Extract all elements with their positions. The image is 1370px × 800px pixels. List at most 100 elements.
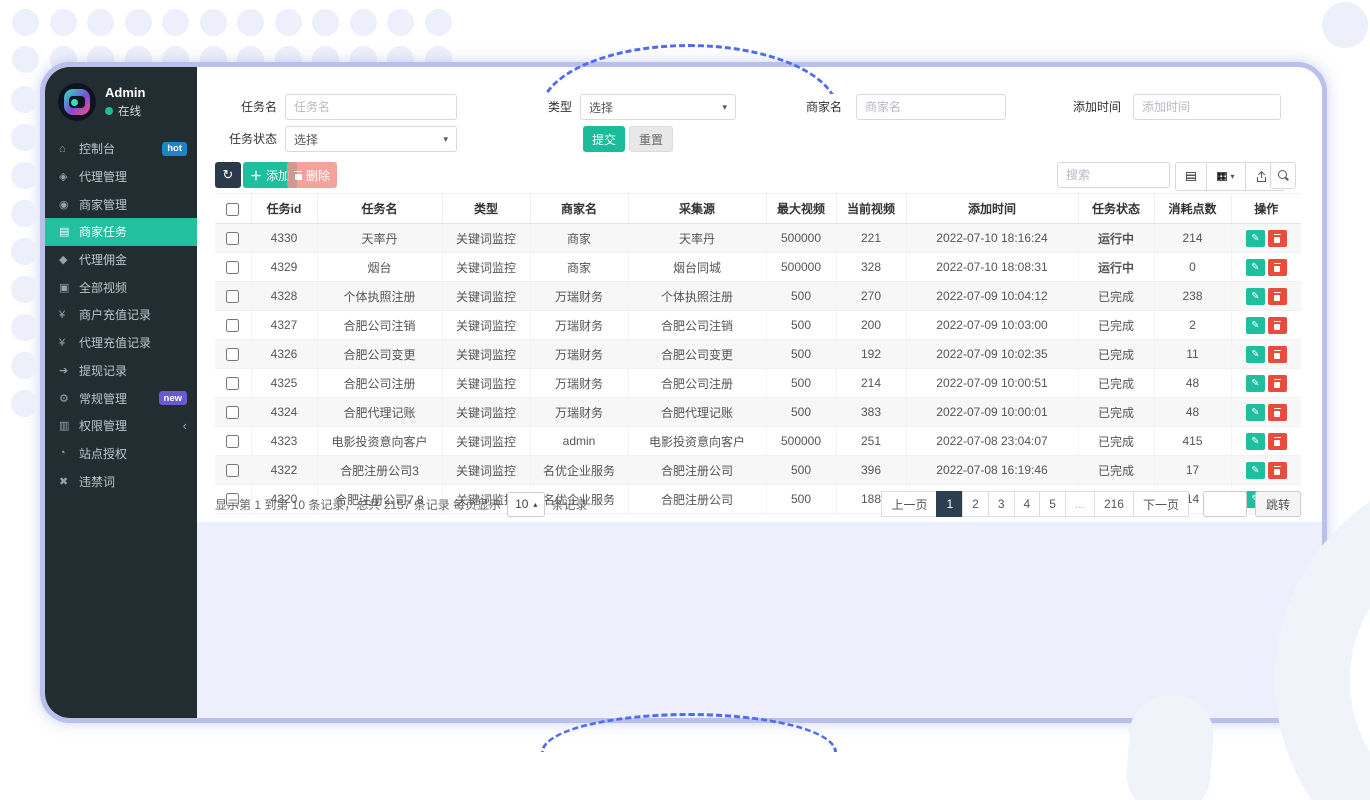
edit-button[interactable]: ✎ bbox=[1246, 346, 1265, 363]
sidebar-item-banned-words[interactable]: ✖违禁词 bbox=[45, 467, 197, 495]
delete-row-button[interactable] bbox=[1268, 462, 1287, 479]
sidebar-item-merchant-management[interactable]: ◉商家管理 bbox=[45, 190, 197, 218]
delete-row-button[interactable] bbox=[1268, 317, 1287, 334]
delete-button[interactable]: 删除 bbox=[287, 162, 337, 188]
sidebar-item-all-videos[interactable]: ▣全部视频 bbox=[45, 273, 197, 301]
jump-button[interactable]: 跳转 bbox=[1255, 491, 1301, 517]
cell-added: 2022-07-09 10:04:12 bbox=[906, 282, 1078, 311]
sidebar-item-console[interactable]: ⌂控制台hot bbox=[45, 135, 197, 163]
row-select-cell bbox=[215, 369, 251, 398]
next-page-button[interactable]: 下一页 bbox=[1133, 491, 1189, 517]
add-time-input[interactable] bbox=[1133, 94, 1281, 120]
delete-row-button[interactable] bbox=[1268, 288, 1287, 305]
cell-source: 合肥代理记账 bbox=[628, 398, 766, 427]
delete-row-button[interactable] bbox=[1268, 346, 1287, 363]
jump-page-input[interactable] bbox=[1203, 491, 1247, 517]
delete-row-button[interactable] bbox=[1268, 433, 1287, 450]
search-button[interactable] bbox=[1270, 162, 1296, 189]
delete-row-button[interactable] bbox=[1268, 404, 1287, 421]
row-select-cell bbox=[215, 253, 251, 282]
page-button-5[interactable]: 5 bbox=[1039, 491, 1066, 517]
trash-icon bbox=[294, 171, 302, 180]
cell-current: 192 bbox=[836, 340, 906, 369]
row-checkbox[interactable] bbox=[226, 319, 239, 332]
submit-button[interactable]: 提交 bbox=[583, 126, 625, 152]
row-checkbox[interactable] bbox=[226, 232, 239, 245]
decor-dot bbox=[12, 9, 39, 36]
task-status-select[interactable]: 选择 ▾ bbox=[285, 126, 457, 152]
page-button-1[interactable]: 1 bbox=[936, 491, 963, 517]
row-checkbox[interactable] bbox=[226, 290, 239, 303]
cell-id: 4324 bbox=[251, 398, 317, 427]
delete-row-button[interactable] bbox=[1268, 230, 1287, 247]
row-actions: ✎ bbox=[1231, 340, 1301, 369]
cell-source: 电影投资意向客户 bbox=[628, 427, 766, 456]
refresh-button[interactable]: ↻ bbox=[215, 162, 241, 188]
cell-added: 2022-07-08 23:04:07 bbox=[906, 427, 1078, 456]
sidebar-item-agent-management[interactable]: ◈代理管理 bbox=[45, 163, 197, 191]
type-select[interactable]: 选择 ▾ bbox=[580, 94, 736, 120]
row-checkbox[interactable] bbox=[226, 261, 239, 274]
sidebar-item-merchant-recharge-records[interactable]: ¥商户充值记录 bbox=[45, 301, 197, 329]
row-checkbox[interactable] bbox=[226, 406, 239, 419]
row-select-cell bbox=[215, 282, 251, 311]
records-summary-prefix: 显示第 1 到第 10 条记录，总共 2157 条记录 每页显示 bbox=[215, 496, 501, 513]
page-size-dropdown[interactable]: 10 ▴ bbox=[507, 492, 545, 517]
avatar[interactable] bbox=[58, 83, 96, 121]
decor-dot bbox=[200, 9, 227, 36]
edit-button[interactable]: ✎ bbox=[1246, 462, 1265, 479]
status-badge: 已完成 bbox=[1078, 369, 1154, 398]
cell-merchant: 万瑞财务 bbox=[530, 340, 628, 369]
sidebar-item-general-management[interactable]: ⚙常规管理new bbox=[45, 384, 197, 412]
sidebar-item-agent-recharge-records[interactable]: ¥代理充值记录 bbox=[45, 329, 197, 357]
edit-button[interactable]: ✎ bbox=[1246, 230, 1265, 247]
task-name-input[interactable] bbox=[285, 94, 457, 120]
gem-icon: ◆ bbox=[59, 253, 79, 266]
delete-row-button[interactable] bbox=[1268, 259, 1287, 276]
trash-icon bbox=[1274, 466, 1281, 475]
row-checkbox[interactable] bbox=[226, 435, 239, 448]
page-button-3[interactable]: 3 bbox=[988, 491, 1015, 517]
cell-source: 合肥公司注销 bbox=[628, 311, 766, 340]
video-file-icon: ▣ bbox=[59, 281, 79, 294]
pencil-icon: ✎ bbox=[1251, 465, 1259, 476]
row-actions: ✎ bbox=[1231, 253, 1301, 282]
cell-source: 烟台同城 bbox=[628, 253, 766, 282]
page-button-216[interactable]: 216 bbox=[1094, 491, 1134, 517]
edit-button[interactable]: ✎ bbox=[1246, 433, 1265, 450]
add-time-label: 添加时间 bbox=[1051, 94, 1121, 120]
search-input[interactable] bbox=[1057, 162, 1170, 188]
sidebar-item-site-authorization[interactable]: ◔站点授权 bbox=[45, 440, 197, 468]
delete-row-button[interactable] bbox=[1268, 375, 1287, 392]
row-checkbox[interactable] bbox=[226, 348, 239, 361]
toggle-view-button[interactable] bbox=[1175, 162, 1207, 191]
sidebar-item-withdraw-records[interactable]: ➔提现记录 bbox=[45, 357, 197, 385]
page-button-2[interactable]: 2 bbox=[962, 491, 989, 517]
sidebar-item-permission-management[interactable]: ▥权限管理‹ bbox=[45, 412, 197, 440]
cell-id: 4323 bbox=[251, 427, 317, 456]
sidebar-item-merchant-tasks[interactable]: ▤商家任务 bbox=[45, 218, 197, 246]
cell-type: 关键词监控 bbox=[442, 456, 530, 485]
columns-button[interactable]: ▾ bbox=[1206, 162, 1246, 191]
reset-button[interactable]: 重置 bbox=[629, 126, 673, 152]
page-button-4[interactable]: 4 bbox=[1014, 491, 1041, 517]
row-checkbox[interactable] bbox=[226, 464, 239, 477]
edit-button[interactable]: ✎ bbox=[1246, 375, 1265, 392]
row-checkbox[interactable] bbox=[226, 377, 239, 390]
gears-icon: ⚙ bbox=[59, 392, 79, 405]
edit-button[interactable]: ✎ bbox=[1246, 404, 1265, 421]
cell-source: 合肥注册公司 bbox=[628, 456, 766, 485]
merchant-name-input[interactable] bbox=[856, 94, 1006, 120]
cell-merchant: 万瑞财务 bbox=[530, 311, 628, 340]
sidebar-item-label: 商户充值记录 bbox=[79, 306, 151, 323]
select-all-checkbox[interactable] bbox=[226, 203, 239, 216]
edit-button[interactable]: ✎ bbox=[1246, 259, 1265, 276]
status-badge: 已完成 bbox=[1078, 456, 1154, 485]
trash-icon bbox=[1274, 379, 1281, 388]
delete-button-label: 删除 bbox=[306, 167, 330, 184]
sidebar-item-agent-commission[interactable]: ◆代理佣金 bbox=[45, 246, 197, 274]
edit-button[interactable]: ✎ bbox=[1246, 288, 1265, 305]
cell-merchant: 万瑞财务 bbox=[530, 369, 628, 398]
edit-button[interactable]: ✎ bbox=[1246, 317, 1265, 334]
prev-page-button[interactable]: 上一页 bbox=[881, 491, 937, 517]
